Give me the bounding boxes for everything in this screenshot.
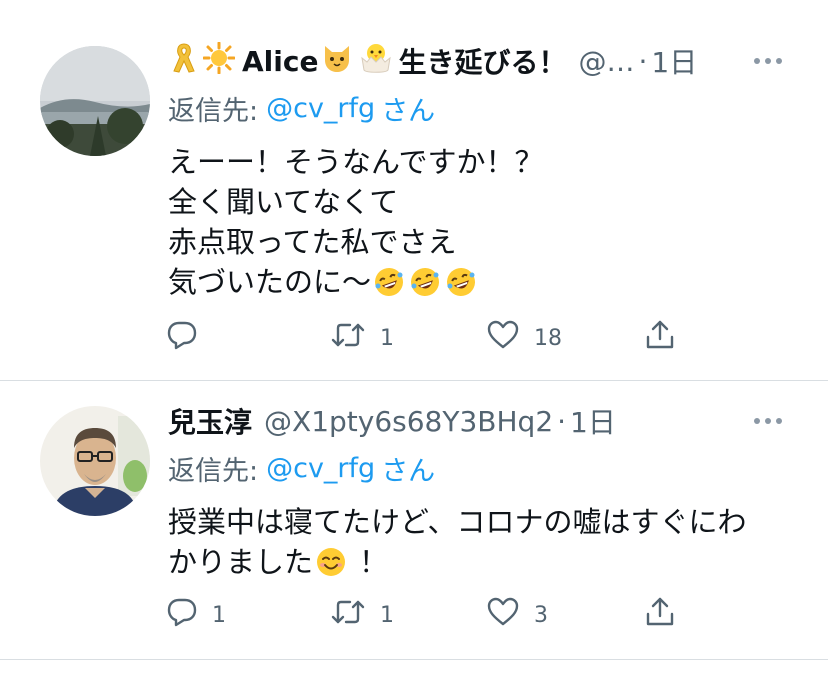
retweet-icon — [330, 596, 366, 634]
reply-suffix: さん — [381, 95, 436, 127]
text-line: 赤点取ってた私でさえ — [168, 225, 457, 259]
display-name[interactable]: 兒玉淳 — [168, 401, 252, 441]
user-handle[interactable]: @X1pty6s68Y3BHq2 — [264, 405, 553, 438]
reply-count: 1 — [212, 602, 226, 628]
avatar[interactable] — [40, 46, 150, 156]
retweet-count: 1 — [380, 325, 394, 351]
like-count: 18 — [534, 325, 562, 351]
tweet-header: Alice 生き延びる！ @… · 1日 — [168, 41, 697, 81]
heart-icon — [486, 596, 520, 634]
separator-dot: · — [557, 404, 567, 438]
display-name[interactable]: Alice 生き延びる！ — [168, 41, 566, 81]
sun-icon — [202, 41, 236, 81]
share-icon — [644, 596, 676, 634]
reply-icon — [166, 596, 198, 634]
user-handle[interactable]: @… — [578, 45, 634, 78]
reply-suffix: さん — [381, 455, 436, 487]
text-line: 授業中は寝てたけど、コロナの嘘はすぐにわ — [168, 505, 747, 539]
heart-icon — [486, 319, 520, 357]
retweet-icon — [330, 319, 366, 357]
text-line-with-emoji: 気づいたのに〜 — [168, 262, 788, 302]
cat-face-icon — [321, 42, 353, 81]
timestamp[interactable]: 1日 — [651, 41, 697, 81]
tweet-2[interactable]: 兒玉淳 @X1pty6s68Y3BHq2 · 1日 返信先: @cv_rfg さ… — [0, 381, 828, 661]
reply-button[interactable] — [166, 318, 212, 358]
rofl-emoji — [445, 266, 477, 298]
like-button[interactable]: 3 — [486, 595, 548, 635]
text-line: かりました — [168, 545, 314, 579]
reply-prefix: 返信先: — [168, 455, 259, 487]
rofl-emoji — [373, 266, 405, 298]
share-button[interactable] — [644, 318, 676, 358]
text-line-with-emoji: かりました ！ — [168, 542, 788, 582]
separator-dot: · — [638, 44, 648, 78]
text-line: 気づいたのに〜 — [168, 265, 372, 299]
like-count: 3 — [534, 602, 548, 628]
reply-context: 返信先: @cv_rfg さん — [168, 88, 435, 128]
retweet-button[interactable]: 1 — [330, 318, 394, 358]
reply-mention-link[interactable]: @cv_rfg — [266, 453, 375, 484]
reply-icon — [166, 319, 198, 357]
tweet-header: 兒玉淳 @X1pty6s68Y3BHq2 · 1日 — [168, 401, 616, 441]
tweet-actions: 1 1 3 — [166, 595, 686, 635]
retweet-count: 1 — [380, 602, 394, 628]
share-button[interactable] — [644, 595, 676, 635]
share-icon — [644, 319, 676, 357]
retweet-button[interactable]: 1 — [330, 595, 394, 635]
tweet-divider — [0, 659, 828, 660]
timestamp[interactable]: 1日 — [570, 401, 616, 441]
text-line: えーー！そうなんですか！？ — [168, 145, 544, 179]
reply-context: 返信先: @cv_rfg さん — [168, 448, 435, 488]
tweet-text: 授業中は寝てたけど、コロナの嘘はすぐにわ かりました ！ — [168, 502, 788, 582]
rofl-emoji — [409, 266, 441, 298]
tweet-text: えーー！そうなんですか！？ 全く聞いてなくて 赤点取ってた私でさえ 気づいたのに… — [168, 142, 788, 302]
more-options-icon[interactable] — [748, 41, 788, 81]
text-line: 全く聞いてなくて — [168, 185, 399, 219]
text-line: ！ — [359, 545, 389, 579]
reply-button[interactable]: 1 — [166, 595, 226, 635]
smiling-face-emoji — [315, 546, 347, 578]
avatar[interactable] — [40, 406, 150, 516]
reply-mention-link[interactable]: @cv_rfg — [266, 93, 375, 124]
tweet-1[interactable]: Alice 生き延びる！ @… · 1日 返信先: @cv_rfg さん えーー… — [0, 0, 828, 380]
more-options-icon[interactable] — [748, 401, 788, 441]
hatching-chick-icon — [359, 42, 393, 81]
reply-prefix: 返信先: — [168, 95, 259, 127]
ribbon-icon — [171, 42, 197, 81]
like-button[interactable]: 18 — [486, 318, 562, 358]
tweet-actions: 1 18 — [166, 318, 686, 358]
